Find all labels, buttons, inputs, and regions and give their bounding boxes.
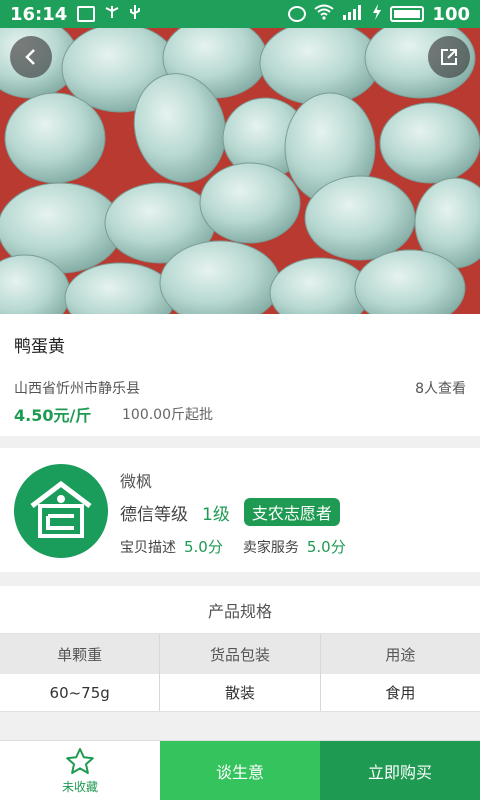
back-button[interactable]: [10, 36, 52, 78]
product-image[interactable]: [0, 28, 480, 314]
spec-value-usage: 食用: [385, 684, 416, 702]
wifi-icon: [314, 4, 335, 25]
buy-now-button[interactable]: 立即购买: [320, 741, 480, 800]
status-time: 16:14: [10, 3, 68, 25]
service-rating-value: 5.0分: [306, 538, 346, 556]
star-icon: [65, 747, 95, 778]
description-rating-label: 宝贝描述: [120, 539, 176, 556]
favorite-label: 未收藏: [61, 780, 98, 794]
view-count: 8人查看: [415, 381, 466, 397]
usb-icon: [129, 4, 141, 25]
credit-row: 德信等级 1级 支农志愿者: [120, 498, 340, 526]
description-rating-value: 5.0分: [184, 538, 223, 556]
product-info: 鸭蛋黄 山西省忻州市静乐县 8人查看 4.50元/斤 100.00斤起批: [0, 314, 480, 436]
alarm-icon: [288, 6, 307, 22]
seller-logo: [14, 464, 108, 558]
specs-title: 产品规格: [0, 586, 480, 634]
battery-icon: [390, 6, 425, 22]
seller-name: 微枫: [120, 472, 153, 491]
status-bar: 16:14 100: [0, 0, 480, 28]
credit-level: 1级: [202, 504, 230, 525]
charging-icon: [372, 3, 382, 25]
minimum-order: 100.00斤起批: [122, 407, 213, 423]
product-location: 山西省忻州市静乐县: [14, 381, 140, 397]
negotiate-button[interactable]: 谈生意: [160, 741, 320, 800]
volunteer-badge: 支农志愿者: [243, 498, 340, 526]
product-price: 4.50元/斤: [14, 406, 92, 425]
credit-label: 德信等级: [120, 504, 188, 525]
spec-header-packaging: 货品包装: [160, 634, 321, 674]
product-detail-page: 16:14 100 鸭蛋黄 山西省忻州市静乐县 8人查看 4.50元/斤 100…: [0, 0, 480, 800]
favorite-button[interactable]: 未收藏: [0, 741, 160, 800]
specs-table: 单颗重 货品包装 用途 60~75g 散装 食用: [0, 634, 480, 712]
spec-value-packaging: 散装: [160, 674, 321, 711]
service-rating-label: 卖家服务: [242, 539, 299, 556]
share-button[interactable]: [428, 36, 470, 78]
chevron-left-icon: [22, 48, 40, 66]
external-link-icon: [439, 47, 459, 67]
spec-header-weight: 单颗重: [0, 634, 161, 674]
seller-ratings: 宝贝描述 5.0分 卖家服务 5.0分: [120, 536, 366, 557]
status-right: 100: [288, 3, 470, 25]
spec-header-usage: 用途: [385, 645, 416, 664]
spec-value-weight: 60~75g: [0, 674, 161, 711]
product-specs: 产品规格 单颗重 货品包装 用途 60~75g 散装 食用: [0, 586, 480, 712]
specs-value-row: 60~75g 散装 食用: [0, 674, 480, 712]
bottom-action-bar: 未收藏 谈生意 立即购买: [0, 740, 480, 800]
eggs-photo: [0, 28, 480, 314]
battery-level: 100: [432, 3, 470, 25]
seller-card[interactable]: 微枫 德信等级 1级 支农志愿者 宝贝描述 5.0分 卖家服务 5.0分: [0, 448, 480, 572]
product-name: 鸭蛋黄: [14, 337, 65, 357]
usb-share-icon: [103, 4, 121, 25]
status-notification-icons: [77, 4, 141, 25]
image-notification-icon: [77, 6, 96, 22]
signal-icon: [342, 4, 364, 25]
specs-header-row: 单颗重 货品包装 用途: [0, 634, 480, 674]
